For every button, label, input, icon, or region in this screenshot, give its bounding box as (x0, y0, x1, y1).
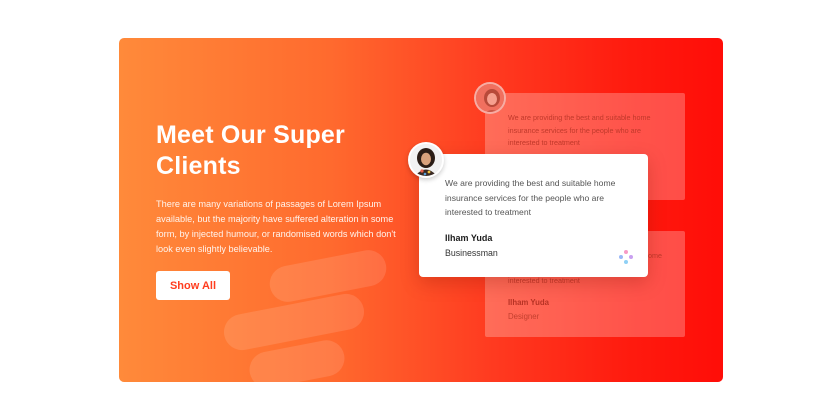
testimonial-role: Designer (508, 312, 540, 321)
testimonial-name: Ilham Yuda (508, 298, 550, 307)
testimonial-banner: Meet Our Super Clients There are many va… (119, 38, 723, 382)
testimonial-name: Ilham Yuda (445, 233, 493, 243)
avatar-woman-icon (474, 82, 506, 114)
title-line-2: Clients (156, 152, 241, 180)
page-title: Meet Our Super Clients (156, 120, 386, 182)
testimonial-quote-fragment: ome (648, 251, 662, 260)
hero-description: There are many variations of passages of… (156, 199, 396, 254)
show-all-button[interactable]: Show All (156, 271, 230, 300)
avatar-woman-icon (408, 142, 444, 178)
title-line-1: Meet Our Super (156, 121, 345, 149)
dots-icon (619, 250, 633, 264)
testimonial-role: Businessman (445, 248, 498, 258)
testimonial-quote: We are providing the best and suitable h… (508, 113, 651, 148)
testimonial-quote: We are providing the best and suitable h… (445, 178, 616, 218)
testimonial-card-front[interactable]: We are providing the best and suitable h… (419, 154, 648, 277)
